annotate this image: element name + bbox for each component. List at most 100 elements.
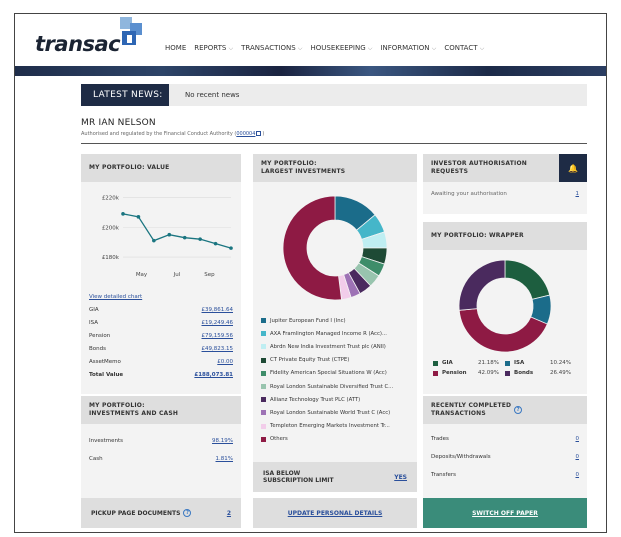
- value-point: [198, 237, 202, 241]
- divider: [81, 143, 587, 144]
- value-link[interactable]: £39,861.64: [202, 304, 234, 317]
- investment-slice[interactable]: [282, 195, 342, 301]
- value-line-chart: £220k £200k £180k May Jul Sep: [102, 195, 233, 278]
- legend-label: Allianz Technology Trust PLC (ATT): [270, 396, 361, 403]
- header-banner: [15, 66, 606, 76]
- value-row: AssetMemo £0.00: [81, 356, 241, 369]
- legend-label: AXA Framlington Managed Income R (Acc)..…: [270, 330, 387, 337]
- value-row: GIA £39,861.64: [81, 304, 241, 317]
- wrapper-slice[interactable]: [458, 259, 506, 311]
- bell-icon[interactable]: 🔔: [559, 154, 587, 182]
- value-link[interactable]: £79,159.56: [202, 330, 234, 343]
- total-value-row: Total Value £188,073.81: [81, 369, 241, 382]
- value-point: [152, 238, 156, 243]
- value-point: [229, 246, 233, 250]
- nav-home[interactable]: HOME: [165, 44, 186, 53]
- legend-swatch: [261, 331, 266, 337]
- panel-title: MY PORTFOLIO: VALUE: [81, 154, 241, 182]
- help-icon[interactable]: ?: [183, 509, 192, 517]
- auth-count-link[interactable]: 1: [576, 188, 580, 201]
- legend-percent: 21.18%: [478, 360, 499, 366]
- legend-label: Fidelity American Special Situations W (…: [270, 370, 387, 377]
- wrapper-legend-item: Pension 42.09%: [433, 370, 505, 376]
- transfers-link[interactable]: 0: [576, 466, 580, 484]
- help-icon[interactable]: ?: [514, 405, 523, 414]
- trades-row: Trades 0: [423, 430, 587, 448]
- pickup-documents-bar[interactable]: PICKUP PAGE DOCUMENTS ? 2: [81, 498, 241, 528]
- chevron-down-icon: ⌵: [367, 45, 373, 52]
- legend-swatch: [433, 370, 438, 376]
- switch-off-paper-link[interactable]: SWITCH OFF PAPER: [472, 510, 538, 517]
- chevron-down-icon: ⌵: [479, 45, 485, 52]
- legend-item: Jupiter European Fund I (Inc): [261, 314, 409, 327]
- legend-swatch: [261, 318, 266, 324]
- legend-item: AXA Framlington Managed Income R (Acc)..…: [261, 327, 409, 340]
- nav-contact[interactable]: CONTACT ⌵: [444, 44, 484, 53]
- value-link[interactable]: £49,823.15: [202, 343, 234, 356]
- legend-percent: 26.49%: [550, 370, 571, 376]
- total-value-link[interactable]: £188,073.81: [194, 369, 233, 382]
- value-point: [182, 235, 187, 240]
- wrapper-legend-item: ISA 10.24%: [505, 360, 577, 366]
- legend-percent: 10.24%: [550, 360, 571, 366]
- wrapper-donut: [458, 259, 552, 353]
- value-row: Bonds £49,823.15: [81, 343, 241, 356]
- logo-text[interactable]: transac: [35, 32, 121, 56]
- legend-swatch: [261, 397, 266, 403]
- portfolio-value-panel: MY PORTFOLIO: VALUE £220k £200k £180k May Ju…: [81, 154, 241, 394]
- legend-item: Allianz Technology Trust PLC (ATT): [261, 393, 409, 406]
- logo-mark-icon[interactable]: [118, 17, 144, 47]
- x-tick-label: May: [136, 272, 148, 278]
- value-link[interactable]: £19,249.46: [202, 317, 234, 330]
- main-nav: HOME REPORTS ⌵ TRANSACTIONS ⌵ HOUSEKEEPI…: [165, 44, 484, 53]
- legend-label: GIA: [442, 360, 453, 366]
- nav-reports[interactable]: REPORTS ⌵: [194, 44, 233, 53]
- recent-transactions-panel: RECENTLY COMPLETED TRANSACTIONS ? Trades 0…: [423, 396, 587, 498]
- auth-row: Awaiting your authorisation 1: [423, 188, 587, 201]
- pickup-count-link[interactable]: 2: [227, 510, 231, 517]
- legend-label: CT Private Equity Trust (CTPE): [270, 357, 350, 364]
- update-personal-details-link[interactable]: UPDATE PERSONAL DETAILS: [288, 510, 383, 517]
- wrapper-legend-item: GIA 21.18%: [433, 360, 505, 366]
- largest-investments-donut: [282, 195, 388, 301]
- view-detailed-chart-link[interactable]: View detailed chart: [89, 294, 142, 300]
- panel-title: RECENTLY COMPLETED TRANSACTIONS ?: [423, 396, 587, 424]
- cash-row: Cash 1.81%: [81, 450, 241, 468]
- news-label: LATEST NEWS:: [81, 84, 169, 106]
- deposits-row: Deposits/Withdrawals 0: [423, 448, 587, 466]
- news-text: No recent news: [185, 91, 240, 99]
- legend-swatch: [505, 360, 510, 366]
- cash-link[interactable]: 1.81%: [216, 450, 233, 468]
- isa-yes-link[interactable]: YES: [394, 474, 407, 481]
- legend-swatch: [261, 423, 266, 429]
- nav-transactions[interactable]: TRANSACTIONS ⌵: [241, 44, 302, 53]
- update-personal-details-button[interactable]: UPDATE PERSONAL DETAILS: [253, 498, 417, 528]
- legend-swatch: [261, 344, 266, 350]
- legend-label: Bonds: [514, 370, 534, 376]
- x-tick-label: Jul: [173, 272, 181, 278]
- investor-authorisation-panel: INVESTOR AUTHORISATION REQUESTS 🔔 Awaitin…: [423, 154, 587, 214]
- deposits-link[interactable]: 0: [576, 448, 580, 466]
- chevron-down-icon: ⌵: [431, 45, 437, 52]
- nav-information[interactable]: INFORMATION ⌵: [380, 44, 436, 53]
- legend-label: ISA: [514, 360, 525, 366]
- value-point: [136, 215, 141, 219]
- legend-label: Pension: [442, 370, 467, 376]
- switch-off-paper-button[interactable]: SWITCH OFF PAPER: [423, 498, 587, 528]
- wrapper-legend: GIA 21.18% ISA 10.24% Pension 42.09% Bonds 26.4…: [423, 360, 587, 376]
- legend-item: Royal London Sustainable Diversified Tru…: [261, 380, 409, 393]
- legend-swatch: [433, 360, 438, 366]
- wrapper-slice[interactable]: [504, 259, 551, 300]
- chevron-down-icon: ⌵: [228, 45, 234, 52]
- investments-and-cash-panel: MY PORTFOLIO: INVESTMENTS AND CASH Invest…: [81, 396, 241, 498]
- value-link[interactable]: £0.00: [217, 356, 233, 369]
- nav-housekeeping[interactable]: HOUSEKEEPING ⌵: [310, 44, 372, 53]
- fca-link[interactable]: 000004: [236, 131, 255, 137]
- external-link-icon[interactable]: [256, 131, 262, 136]
- trades-link[interactable]: 0: [576, 430, 580, 448]
- y-tick-label: £200k: [102, 225, 120, 231]
- panel-title: MY PORTFOLIO: WRAPPER: [423, 222, 587, 250]
- value-row: Pension £79,159.56: [81, 330, 241, 343]
- legend-item: CT Private Equity Trust (CTPE): [261, 354, 409, 367]
- investments-link[interactable]: 98.19%: [212, 432, 233, 450]
